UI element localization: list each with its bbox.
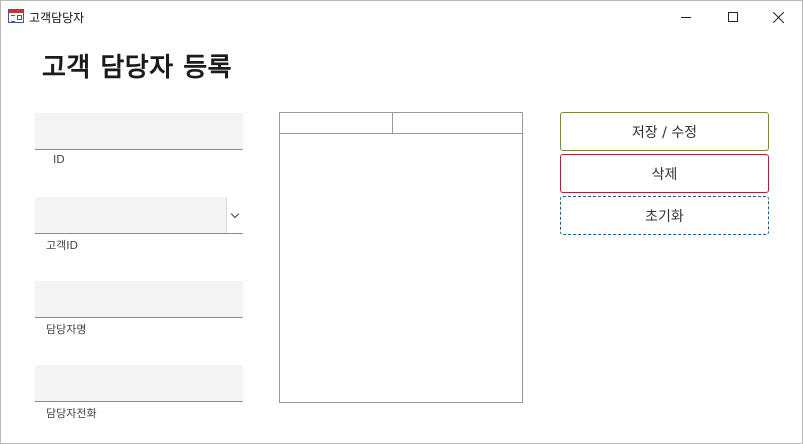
list-column-header[interactable] — [393, 113, 522, 133]
list-header — [280, 113, 522, 134]
contact-phone-label: 담당자전화 — [46, 407, 97, 420]
customer-id-dropdown-button[interactable] — [226, 197, 243, 233]
close-button[interactable] — [756, 1, 802, 33]
reset-button[interactable]: 초기화 — [560, 196, 769, 235]
contact-phone-field[interactable] — [35, 365, 243, 402]
contact-name-field[interactable] — [35, 281, 243, 318]
contact-name-label: 담당자명 — [46, 323, 87, 336]
maximize-icon — [728, 12, 738, 22]
id-input[interactable] — [35, 113, 243, 149]
app-form-icon — [8, 9, 24, 23]
window-title: 고객담당자 — [29, 11, 85, 25]
customer-id-label: 고객ID — [46, 239, 78, 252]
customer-id-combobox[interactable] — [35, 197, 243, 234]
id-label: ID — [53, 153, 65, 166]
page-title: 고객 담당자 등록 — [42, 53, 233, 83]
contact-name-input[interactable] — [35, 281, 243, 317]
list-column-header[interactable] — [280, 113, 393, 133]
save-button[interactable]: 저장 / 수정 — [560, 112, 769, 151]
customer-id-input[interactable] — [35, 197, 225, 233]
maximize-button[interactable] — [710, 1, 756, 33]
delete-button[interactable]: 삭제 — [560, 154, 769, 193]
title-bar: 고객담당자 — [1, 1, 802, 33]
id-field[interactable] — [35, 113, 243, 150]
contact-list-box[interactable] — [279, 112, 523, 403]
minimize-button[interactable] — [663, 1, 709, 33]
minimize-icon — [681, 16, 691, 18]
close-icon — [773, 11, 785, 23]
contact-phone-input[interactable] — [35, 365, 243, 401]
app-window: 고객담당자 고객 담당자 등록 ID 고객ID 담당자명 담당자전화 저장 / … — [0, 0, 803, 444]
chevron-down-icon — [230, 209, 240, 218]
